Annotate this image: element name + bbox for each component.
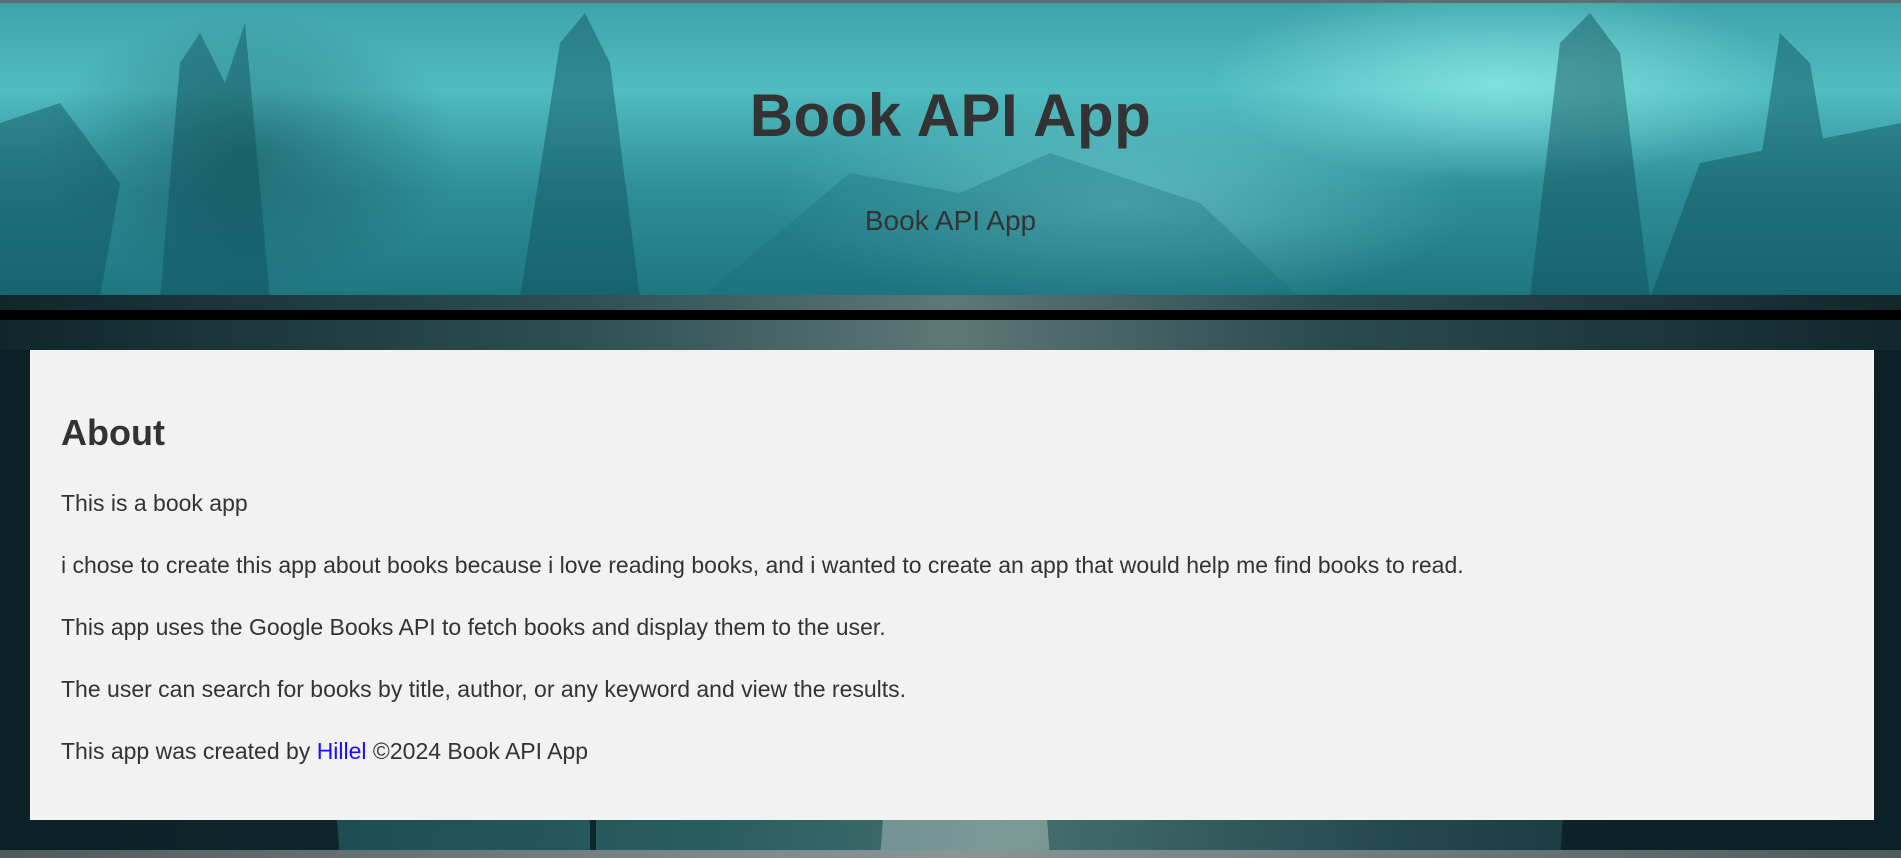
bottom-edge (0, 850, 1901, 858)
author-link[interactable]: Hillel (317, 738, 367, 764)
about-paragraph: The user can search for books by title, … (61, 676, 907, 702)
about-paragraph: This app uses the Google Books API to fe… (61, 614, 886, 640)
about-section: About This is a book app i chose to crea… (30, 350, 1874, 820)
about-paragraph: This is a book app (61, 490, 248, 516)
about-heading: About (61, 412, 165, 453)
page-title: Book API App (749, 82, 1152, 149)
credit-line: This app was created by Hillel ©2024 Boo… (61, 738, 588, 765)
credit-prefix: This app was created by (61, 738, 317, 764)
header-divider (0, 310, 1901, 320)
page-header: Book API App Book API App (0, 0, 1901, 295)
about-paragraph: i chose to create this app about books b… (61, 552, 1464, 578)
credit-suffix: ©2024 Book API App (366, 738, 589, 764)
background-strip (0, 295, 1901, 350)
page-subtitle: Book API App (864, 205, 1037, 236)
